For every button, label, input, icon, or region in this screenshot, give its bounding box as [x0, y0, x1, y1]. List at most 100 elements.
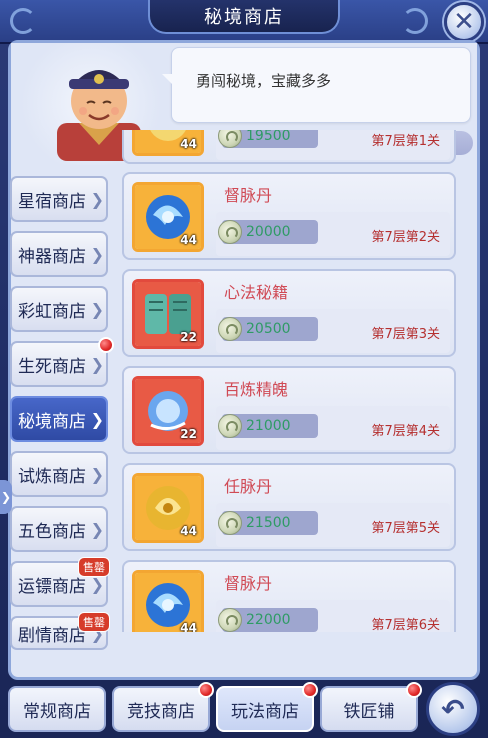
- tab-blacksmith[interactable]: 铁匠铺: [320, 682, 422, 732]
- side-tab-shenqi[interactable]: 神器商店 ❯: [10, 231, 108, 277]
- tab-regular-shop[interactable]: 常规商店: [8, 686, 106, 732]
- notification-dot: [406, 682, 422, 698]
- side-tab-xingxiu[interactable]: 星宿商店 ❯: [10, 176, 108, 222]
- chevron-right-icon: ❯: [90, 355, 104, 374]
- side-tab-label: 生死商店: [18, 356, 86, 377]
- item-price: 22000: [246, 612, 291, 628]
- item-count: 44: [180, 233, 197, 247]
- side-tab-juqing[interactable]: 剧情商店 ❯ 售罄: [10, 612, 110, 650]
- bottom-tab-bar: 常规商店 竞技商店 玩法商店 铁匠铺 ↶: [0, 682, 488, 738]
- back-button[interactable]: ↶: [426, 682, 480, 736]
- item-name: 督脉丹: [224, 574, 273, 593]
- npc-speech-bubble: 勇闯秘境，宝藏多多: [162, 47, 471, 123]
- notification-dot: [302, 682, 318, 698]
- side-tab-mijing[interactable]: 秘境商店 ❯: [10, 396, 108, 442]
- item-price: 20000: [246, 224, 291, 240]
- golden-orb-icon: 44: [132, 473, 204, 543]
- notification-dot: [98, 337, 114, 353]
- price-tag: 20000: [218, 220, 318, 244]
- sold-out-badge: 售罄: [78, 557, 110, 577]
- shop-item-card[interactable]: 44 19500 第7层第1关: [122, 130, 456, 164]
- jade-coin-icon: [218, 220, 242, 244]
- side-tab-label: 运镖商店: [18, 576, 86, 597]
- sold-out-badge: 售罄: [78, 612, 110, 632]
- shop-item-card[interactable]: 44 督脉丹 20000 第7层第2关: [122, 172, 456, 260]
- item-price: 20500: [246, 321, 291, 337]
- item-count: 44: [180, 137, 197, 151]
- item-unlock-level: 第7层第5关: [371, 521, 440, 536]
- title-bar: 秘境商店: [0, 0, 488, 44]
- shop-window: 秘境商店 ✕ 勇闯秘境，宝藏多多 静玉: [0, 0, 488, 738]
- side-tab-yunbiao[interactable]: 运镖商店 ❯ 售罄: [10, 557, 110, 607]
- scroll-book-icon: 22: [132, 279, 204, 349]
- side-tab-label: 星宿商店: [18, 191, 86, 212]
- chevron-right-icon: ❯: [90, 410, 104, 429]
- item-unlock-level: 第7层第2关: [371, 230, 440, 245]
- golden-orb-icon: 44: [132, 130, 204, 156]
- shop-item-list[interactable]: 44 19500 第7层第1关 44 督脉丹 20000 第7层第2关 22 心…: [120, 130, 462, 632]
- swirl-ornament-icon: [10, 8, 36, 34]
- jade-coin-icon: [218, 130, 242, 148]
- chevron-right-icon: ❯: [90, 245, 104, 264]
- item-count: 22: [180, 330, 197, 344]
- item-price: 21000: [246, 418, 291, 434]
- jade-coin-icon: [218, 608, 242, 632]
- side-tab-wuse[interactable]: 五色商店 ❯: [10, 506, 108, 552]
- shop-item-card[interactable]: 44 督脉丹 22000 第7层第6关: [122, 560, 456, 632]
- price-tag: 20500: [218, 317, 318, 341]
- item-unlock-level: 第7层第1关: [371, 134, 440, 149]
- close-icon: ✕: [453, 7, 475, 37]
- side-tab-shengsi[interactable]: 生死商店 ❯: [10, 337, 114, 387]
- swirl-ornament-icon: [402, 8, 428, 34]
- item-unlock-level: 第7层第3关: [371, 327, 440, 342]
- jade-coin-icon: [218, 511, 242, 535]
- item-price: 19500: [246, 130, 291, 144]
- blue-orb-icon: 44: [132, 570, 204, 632]
- price-tag: 21000: [218, 414, 318, 438]
- side-tab-caihong[interactable]: 彩虹商店 ❯: [10, 286, 108, 332]
- shop-item-card[interactable]: 44 任脉丹 21500 第7层第5关: [122, 463, 456, 551]
- chevron-right-icon: ❯: [90, 465, 104, 484]
- spirit-orb-icon: 22: [132, 376, 204, 446]
- side-tab-label: 剧情商店: [18, 625, 86, 646]
- expand-arrow-icon[interactable]: ❯: [0, 480, 12, 514]
- item-count: 22: [180, 427, 197, 441]
- item-count: 44: [180, 621, 197, 632]
- jade-coin-icon: [218, 317, 242, 341]
- side-tab-label: 试炼商店: [18, 466, 86, 487]
- window-title: 秘境商店: [204, 7, 284, 28]
- tab-label: 铁匠铺: [343, 701, 395, 722]
- shop-category-list: 星宿商店 ❯ 神器商店 ❯ 彩虹商店 ❯ 生死商店 ❯ 秘境商店 ❯ 试炼商店 …: [10, 130, 120, 650]
- blue-orb-icon: 44: [132, 182, 204, 252]
- tab-label: 竞技商店: [127, 701, 195, 722]
- tab-gameplay-shop[interactable]: 玩法商店: [216, 682, 318, 732]
- title-plate: 秘境商店: [148, 0, 340, 34]
- close-button[interactable]: ✕: [444, 2, 484, 42]
- side-tab-shilian[interactable]: 试炼商店 ❯: [10, 451, 108, 497]
- item-count: 44: [180, 524, 197, 538]
- price-tag: 19500: [218, 130, 318, 148]
- tab-arena-shop[interactable]: 竞技商店: [112, 682, 214, 732]
- chevron-right-icon: ❯: [90, 300, 104, 319]
- tab-label: 常规商店: [23, 701, 91, 722]
- item-name: 督脉丹: [224, 186, 273, 205]
- shop-item-card[interactable]: 22 百炼精魄 21000 第7层第4关: [122, 366, 456, 454]
- price-tag: 22000: [218, 608, 318, 632]
- side-tab-label: 彩虹商店: [18, 301, 86, 322]
- item-unlock-level: 第7层第6关: [371, 618, 440, 632]
- item-name: 任脉丹: [224, 477, 273, 496]
- jade-coin-icon: [218, 414, 242, 438]
- chevron-right-icon: ❯: [90, 190, 104, 209]
- side-tab-label: 秘境商店: [18, 411, 86, 432]
- item-name: 百炼精魄: [224, 380, 289, 399]
- item-unlock-level: 第7层第4关: [371, 424, 440, 439]
- tab-label: 玩法商店: [231, 701, 299, 722]
- npc-speech-text: 勇闯秘境，宝藏多多: [196, 72, 332, 90]
- back-arrow-icon: ↶: [441, 692, 465, 726]
- side-tab-label: 五色商店: [18, 521, 86, 542]
- notification-dot: [198, 682, 214, 698]
- item-price: 21500: [246, 515, 291, 531]
- item-name: 心法秘籍: [224, 283, 289, 302]
- chevron-right-icon: ❯: [90, 520, 104, 539]
- shop-item-card[interactable]: 22 心法秘籍 20500 第7层第3关: [122, 269, 456, 357]
